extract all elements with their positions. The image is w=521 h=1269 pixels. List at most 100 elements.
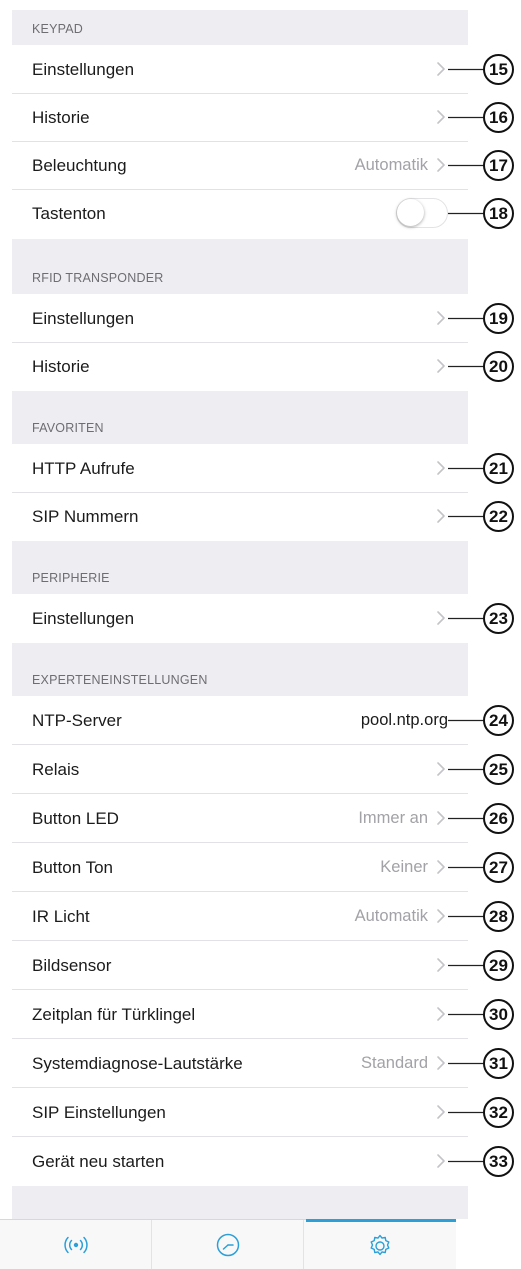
row-value: Immer an bbox=[358, 809, 428, 827]
settings-row[interactable]: Button LED Immer an bbox=[12, 795, 468, 843]
settings-screen: KEYPAD Einstellungen Historie Beleuchtung Au… bbox=[12, 0, 468, 1268]
callout-marker: 20 bbox=[448, 347, 521, 387]
tab-live[interactable] bbox=[0, 1220, 152, 1269]
callout-number: 16 bbox=[489, 108, 508, 127]
row-value: Keiner bbox=[380, 858, 428, 876]
broadcast-icon bbox=[64, 1236, 88, 1254]
row-label: Historie bbox=[32, 357, 90, 376]
settings-row[interactable]: Einstellungen bbox=[12, 295, 468, 343]
row-value: Standard bbox=[361, 1054, 428, 1072]
row-label: Historie bbox=[32, 108, 90, 127]
chevron-right-icon bbox=[437, 461, 445, 475]
gear-icon bbox=[370, 1234, 390, 1256]
row-label: SIP Nummern bbox=[32, 507, 139, 526]
tab-settings[interactable] bbox=[304, 1219, 456, 1269]
tab-history[interactable] bbox=[152, 1220, 304, 1269]
row-value: Automatik bbox=[354, 156, 428, 174]
bottom-spacer bbox=[12, 1186, 468, 1219]
callout-marker: 23 bbox=[448, 599, 521, 639]
callout-number: 33 bbox=[489, 1152, 508, 1171]
section-header: RFID TRANSPONDER bbox=[12, 239, 468, 294]
section-title: PERIPHERIE bbox=[32, 571, 110, 585]
row-label: Button LED bbox=[32, 809, 119, 828]
row-label: SIP Einstellungen bbox=[32, 1103, 166, 1122]
chevron-right-icon bbox=[437, 1007, 445, 1021]
settings-row[interactable]: Systemdiagnose-Lautstärke Standard bbox=[12, 1040, 468, 1088]
settings-row[interactable]: Bildsensor bbox=[12, 942, 468, 990]
settings-row[interactable]: SIP Einstellungen bbox=[12, 1089, 468, 1137]
chevron-right-icon bbox=[437, 811, 445, 825]
section-header: FAVORITEN bbox=[12, 391, 468, 444]
section-title: RFID TRANSPONDER bbox=[32, 271, 164, 285]
tab-bar bbox=[0, 1219, 456, 1269]
callout-marker: 32 bbox=[448, 1093, 521, 1133]
row-label: NTP-Server bbox=[32, 711, 122, 730]
chevron-right-icon bbox=[437, 1154, 445, 1168]
settings-row[interactable]: NTP-Server pool.ntp.org bbox=[12, 697, 468, 745]
row-label: Einstellungen bbox=[32, 309, 135, 328]
row-label: Tastenton bbox=[32, 204, 106, 223]
callout-number: 26 bbox=[489, 809, 508, 828]
row-label: Einstellungen bbox=[32, 609, 135, 628]
settings-row[interactable]: Historie bbox=[12, 343, 468, 391]
callout-number: 28 bbox=[489, 907, 508, 926]
callout-marker: 26 bbox=[448, 799, 521, 839]
section-title: KEYPAD bbox=[32, 22, 83, 36]
chevron-right-icon bbox=[437, 110, 445, 124]
callout-marker: 22 bbox=[448, 497, 521, 537]
chevron-right-icon bbox=[437, 62, 445, 76]
settings-row[interactable]: IR Licht Automatik bbox=[12, 893, 468, 941]
callout-number: 30 bbox=[489, 1005, 508, 1024]
clock-icon bbox=[216, 1233, 240, 1257]
settings-row[interactable]: HTTP Aufrufe bbox=[12, 445, 468, 493]
settings-row[interactable]: Historie bbox=[12, 94, 468, 142]
callout-number: 17 bbox=[489, 156, 508, 175]
callout-marker: 19 bbox=[448, 299, 521, 339]
section-header: PERIPHERIE bbox=[12, 541, 468, 594]
toggle-knob bbox=[397, 199, 424, 226]
row-label: Bildsensor bbox=[32, 956, 112, 975]
row-label: HTTP Aufrufe bbox=[32, 459, 135, 478]
settings-row[interactable]: Relais bbox=[12, 746, 468, 794]
row-value: pool.ntp.org bbox=[360, 711, 448, 729]
settings-row[interactable]: Beleuchtung Automatik bbox=[12, 142, 468, 190]
settings-row[interactable]: SIP Nummern bbox=[12, 493, 468, 541]
chevron-right-icon bbox=[437, 359, 445, 373]
callout-number: 25 bbox=[489, 760, 508, 779]
settings-row[interactable]: Einstellungen bbox=[12, 595, 468, 643]
callout-marker: 28 bbox=[448, 897, 521, 937]
callout-marker: 29 bbox=[448, 946, 521, 986]
callout-marker: 30 bbox=[448, 995, 521, 1035]
callout-marker: 24 bbox=[448, 701, 521, 741]
chevron-right-icon bbox=[437, 311, 445, 325]
row-label: Button Ton bbox=[32, 858, 113, 877]
chevron-right-icon bbox=[437, 158, 445, 172]
settings-row[interactable]: Button Ton Keiner bbox=[12, 844, 468, 892]
row-label: Systemdiagnose-Lautstärke bbox=[32, 1054, 243, 1073]
callout-number: 22 bbox=[489, 507, 508, 526]
callout-number: 21 bbox=[489, 459, 508, 478]
chevron-right-icon bbox=[437, 909, 445, 923]
chevron-right-icon bbox=[437, 762, 445, 776]
row-label: Beleuchtung bbox=[32, 156, 127, 175]
section-title: EXPERTENEINSTELLUNGEN bbox=[32, 673, 208, 687]
chevron-right-icon bbox=[437, 860, 445, 874]
settings-row[interactable]: Zeitplan für Türklingel bbox=[12, 991, 468, 1039]
section-header: EXPERTENEINSTELLUNGEN bbox=[12, 643, 468, 696]
chevron-right-icon bbox=[437, 958, 445, 972]
chevron-right-icon bbox=[437, 509, 445, 523]
row-label: Gerät neu starten bbox=[32, 1152, 165, 1171]
settings-row[interactable]: Einstellungen bbox=[12, 46, 468, 94]
callout-marker: 33 bbox=[448, 1142, 521, 1182]
settings-row[interactable]: Tastenton bbox=[12, 190, 468, 238]
chevron-right-icon bbox=[437, 611, 445, 625]
settings-row[interactable]: Gerät neu starten bbox=[12, 1138, 468, 1186]
callout-number: 19 bbox=[489, 309, 508, 328]
callout-number: 18 bbox=[489, 204, 508, 223]
section-title: FAVORITEN bbox=[32, 421, 104, 435]
row-label: Relais bbox=[32, 760, 80, 779]
callout-number: 31 bbox=[489, 1054, 508, 1073]
toggle-switch[interactable] bbox=[396, 198, 448, 228]
callout-marker: 27 bbox=[448, 848, 521, 888]
row-label: Zeitplan für Türklingel bbox=[32, 1005, 196, 1024]
